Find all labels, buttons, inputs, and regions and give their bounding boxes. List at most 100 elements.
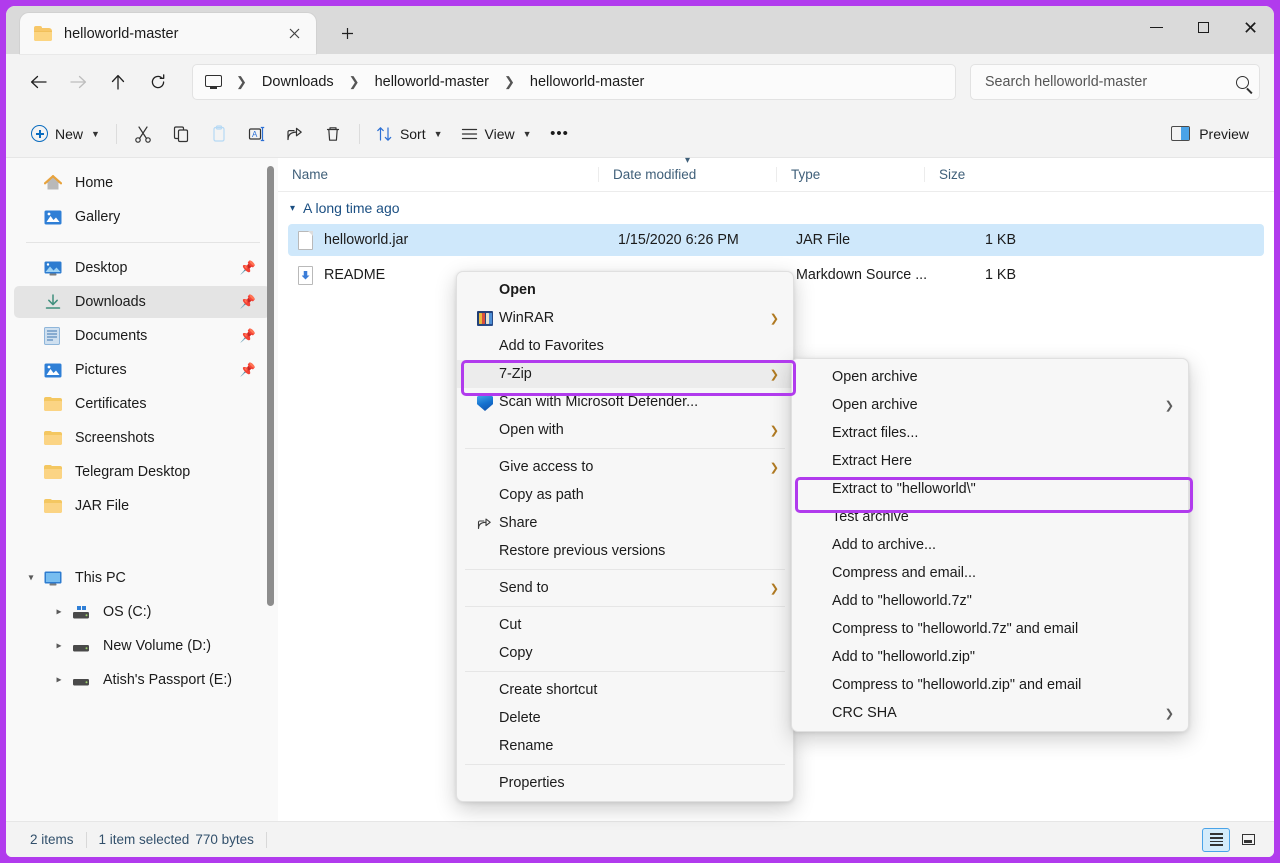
delete-button[interactable] xyxy=(314,118,352,150)
plus-icon xyxy=(31,125,48,142)
menu-item-copy-as-path[interactable]: Copy as path xyxy=(457,481,793,509)
column-header-date-modified[interactable]: ▾ Date modified xyxy=(598,167,776,182)
menu-item-winrar[interactable]: WinRAR ❯ xyxy=(457,304,793,332)
chevron-down-icon[interactable]: ▾ xyxy=(24,573,38,584)
chevron-down-icon[interactable]: ▾ xyxy=(290,203,295,214)
minimize-button[interactable] xyxy=(1133,6,1180,49)
menu-item-scan-with-microsoft-defender[interactable]: Scan with Microsoft Defender... xyxy=(457,388,793,416)
explorer-tab[interactable]: helloworld-master xyxy=(20,13,316,54)
breadcrumb-item-current[interactable]: helloworld-master xyxy=(525,71,649,93)
winrar-icon xyxy=(471,311,499,326)
menu-separator xyxy=(465,764,785,765)
search-icon[interactable] xyxy=(1236,76,1249,89)
new-button[interactable]: New ▼ xyxy=(22,118,109,150)
menu-item-cut[interactable]: Cut xyxy=(457,611,793,639)
refresh-button[interactable] xyxy=(140,64,176,100)
chevron-right-icon[interactable]: ▸ xyxy=(52,641,66,652)
submenu-item-add-to-archive[interactable]: Add to archive... xyxy=(792,531,1188,559)
submenu-item-extract-to-folder[interactable]: Extract to "helloworld\" xyxy=(792,475,1188,503)
more-options-button[interactable]: ••• xyxy=(541,118,579,150)
chevron-right-icon[interactable]: ▸ xyxy=(52,607,66,618)
forward-button[interactable] xyxy=(60,64,96,100)
sidebar-item-home[interactable]: Home xyxy=(14,167,270,199)
this-pc-icon xyxy=(205,75,222,90)
menu-item-open-with[interactable]: Open with ❯ xyxy=(457,416,793,444)
sidebar-item-jar-file[interactable]: JAR File xyxy=(14,490,270,522)
thumbnail-view-button[interactable] xyxy=(1234,828,1262,852)
details-view-button[interactable] xyxy=(1202,828,1230,852)
drive-icon xyxy=(72,673,92,688)
sidebar-item-pictures[interactable]: Pictures 📌 xyxy=(14,354,270,386)
sidebar-item-documents[interactable]: Documents 📌 xyxy=(14,320,270,352)
submenu-item-test-archive[interactable]: Test archive xyxy=(792,503,1188,531)
menu-item-give-access-to[interactable]: Give access to ❯ xyxy=(457,453,793,481)
table-row[interactable]: helloworld.jar 1/15/2020 6:26 PM JAR Fil… xyxy=(288,224,1264,256)
breadcrumb-item-downloads[interactable]: Downloads xyxy=(257,71,339,93)
copy-button[interactable] xyxy=(162,118,200,150)
sidebar-item-downloads[interactable]: Downloads 📌 xyxy=(14,286,270,318)
close-tab-icon[interactable] xyxy=(280,20,308,48)
submenu-item-extract-here[interactable]: Extract Here xyxy=(792,447,1188,475)
submenu-item-compress-to-zip-and-email[interactable]: Compress to "helloworld.zip" and email xyxy=(792,671,1188,699)
back-button[interactable] xyxy=(20,64,56,100)
menu-item-restore-previous-versions[interactable]: Restore previous versions xyxy=(457,537,793,565)
submenu-item-compress-and-email[interactable]: Compress and email... xyxy=(792,559,1188,587)
sidebar-item-this-pc[interactable]: ▾ This PC xyxy=(14,562,270,594)
divider xyxy=(266,832,267,848)
submenu-7zip[interactable]: Open archive Open archive ❯ Extract file… xyxy=(791,358,1189,732)
menu-item-rename[interactable]: Rename xyxy=(457,732,793,760)
menu-item-send-to[interactable]: Send to ❯ xyxy=(457,574,793,602)
column-header-size[interactable]: Size xyxy=(924,167,1024,182)
sort-button[interactable]: Sort ▼ xyxy=(367,118,452,150)
sidebar-item-telegram-desktop[interactable]: Telegram Desktop xyxy=(14,456,270,488)
search-box[interactable] xyxy=(970,64,1260,100)
sidebar-item-atish-passport-e[interactable]: ▸ Atish's Passport (E:) xyxy=(14,664,270,696)
context-menu[interactable]: Open WinRAR ❯ Add to Favorites 7-Zip ❯ S… xyxy=(456,271,794,802)
menu-item-copy[interactable]: Copy xyxy=(457,639,793,667)
submenu-item-open-archive-with[interactable]: Open archive ❯ xyxy=(792,391,1188,419)
share-button[interactable] xyxy=(276,118,314,150)
submenu-item-add-to-7z[interactable]: Add to "helloworld.7z" xyxy=(792,587,1188,615)
menu-item-label: Add to "helloworld.zip" xyxy=(832,649,1174,665)
pin-icon: 📌 xyxy=(240,260,256,276)
menu-item-share[interactable]: Share xyxy=(457,509,793,537)
scrollbar-thumb[interactable] xyxy=(267,166,274,606)
breadcrumb[interactable]: ❯ Downloads ❯ helloworld-master ❯ hellow… xyxy=(192,64,956,100)
chevron-down-icon: ▼ xyxy=(91,129,100,139)
sidebar-item-os-c[interactable]: ▸ OS (C:) xyxy=(14,596,270,628)
maximize-button[interactable] xyxy=(1180,6,1227,49)
submenu-item-crc-sha[interactable]: CRC SHA ❯ xyxy=(792,699,1188,727)
submenu-item-extract-files[interactable]: Extract files... xyxy=(792,419,1188,447)
sidebar-item-gallery[interactable]: Gallery xyxy=(14,201,270,233)
submenu-item-add-to-zip[interactable]: Add to "helloworld.zip" xyxy=(792,643,1188,671)
chevron-right-icon[interactable]: ▸ xyxy=(52,675,66,686)
home-icon xyxy=(44,175,64,191)
rename-button[interactable]: A xyxy=(238,118,276,150)
file-group-header[interactable]: ▾ A long time ago xyxy=(278,192,1274,224)
breadcrumb-item-helloworld-master[interactable]: helloworld-master xyxy=(370,71,494,93)
menu-item-properties[interactable]: Properties xyxy=(457,769,793,797)
column-header-type[interactable]: Type xyxy=(776,167,924,182)
sidebar-item-certificates[interactable]: Certificates xyxy=(14,388,270,420)
cut-button[interactable] xyxy=(124,118,162,150)
search-input[interactable] xyxy=(985,74,1236,90)
menu-item-create-shortcut[interactable]: Create shortcut xyxy=(457,676,793,704)
view-button[interactable]: View ▼ xyxy=(452,118,541,150)
menu-item-add-to-favorites[interactable]: Add to Favorites xyxy=(457,332,793,360)
new-tab-button[interactable] xyxy=(330,16,364,50)
sidebar-item-label: New Volume (D:) xyxy=(103,638,211,654)
menu-item-7-zip[interactable]: 7-Zip ❯ xyxy=(457,360,793,388)
menu-item-open[interactable]: Open xyxy=(457,276,793,304)
sidebar-scrollbar[interactable] xyxy=(267,166,274,781)
submenu-item-open-archive[interactable]: Open archive xyxy=(792,363,1188,391)
submenu-item-compress-to-7z-and-email[interactable]: Compress to "helloworld.7z" and email xyxy=(792,615,1188,643)
close-window-button[interactable]: ✕ xyxy=(1227,6,1274,49)
up-button[interactable] xyxy=(100,64,136,100)
sidebar-item-screenshots[interactable]: Screenshots xyxy=(14,422,270,454)
preview-button[interactable]: Preview xyxy=(1162,118,1258,150)
column-header-name[interactable]: Name xyxy=(278,167,598,182)
sidebar-item-new-volume-d[interactable]: ▸ New Volume (D:) xyxy=(14,630,270,662)
menu-item-delete[interactable]: Delete xyxy=(457,704,793,732)
paste-button[interactable] xyxy=(200,118,238,150)
sidebar-item-desktop[interactable]: Desktop 📌 xyxy=(14,252,270,284)
